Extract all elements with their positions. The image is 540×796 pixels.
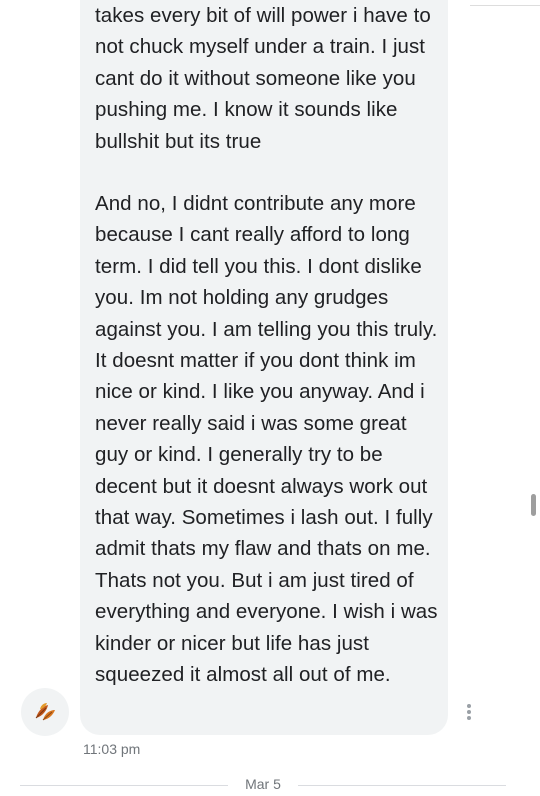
more-vert-icon[interactable] xyxy=(458,700,480,724)
top-divider-line xyxy=(470,5,540,6)
date-separator-line-right xyxy=(298,785,506,786)
message-bubble[interactable]: takes every bit of will power i have to … xyxy=(80,0,448,735)
scrollbar-thumb[interactable] xyxy=(531,494,536,516)
message-timestamp: 11:03 pm xyxy=(83,741,141,757)
autumn-leaves-icon xyxy=(35,703,55,721)
message-paragraph-2: And no, I didnt contribute any more beca… xyxy=(95,192,444,687)
sender-avatar[interactable] xyxy=(21,688,69,736)
message-paragraph-1: takes every bit of will power i have to … xyxy=(95,4,437,153)
date-separator-line-left xyxy=(20,785,228,786)
date-separator: Mar 5 xyxy=(0,772,540,796)
